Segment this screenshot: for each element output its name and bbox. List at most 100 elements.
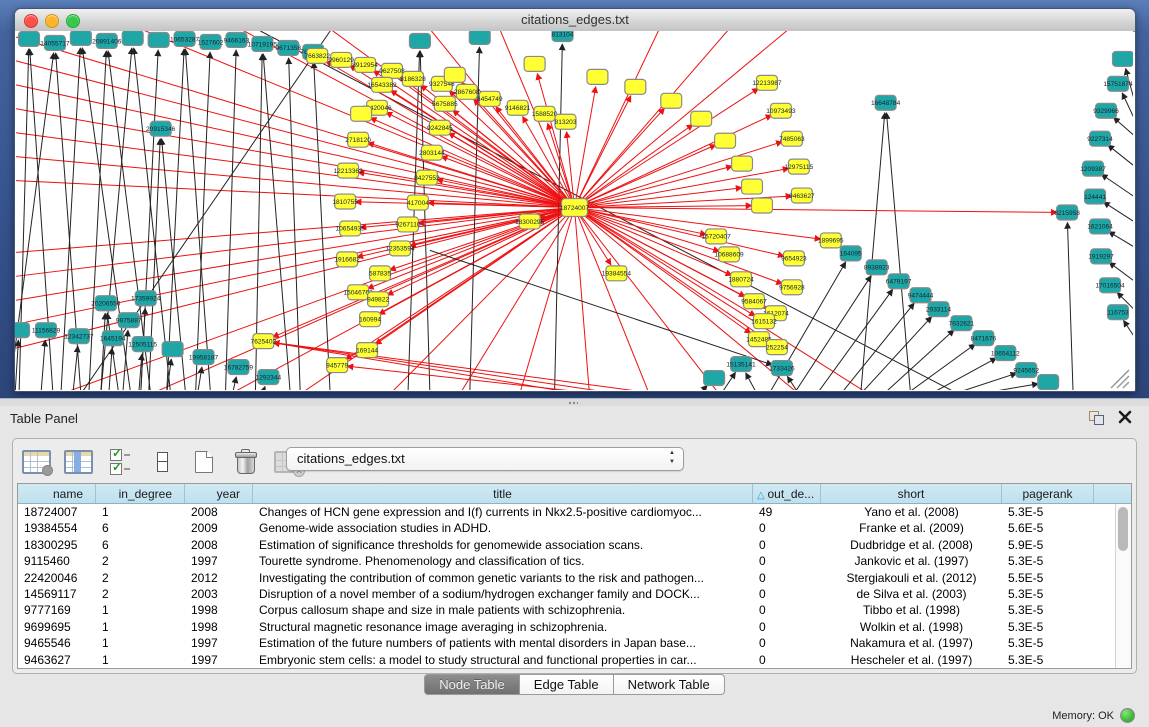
table-selector-dropdown[interactable]: citations_edges.txt ▲▼ — [286, 447, 684, 471]
table-cell[interactable]: 1 — [96, 504, 185, 520]
table-cell[interactable]: 5.6E-5 — [1002, 520, 1094, 536]
graph-node[interactable]: 10719195 — [248, 36, 278, 51]
graph-node[interactable]: 8471676 — [971, 331, 997, 346]
graph-node[interactable] — [715, 133, 736, 148]
graph-node[interactable] — [162, 342, 183, 357]
table-cell[interactable]: 22420046 — [18, 570, 96, 586]
divider-grip-icon[interactable] — [568, 401, 578, 405]
table-cell[interactable]: 1998 — [185, 602, 253, 618]
graph-edge[interactable] — [460, 208, 575, 390]
graph-node[interactable]: 9466163 — [224, 32, 250, 47]
graph-node[interactable]: 9584067 — [741, 294, 767, 309]
table-cell[interactable]: 2003 — [185, 586, 253, 602]
graph-node[interactable]: 9245652 — [1013, 363, 1039, 378]
graph-node[interactable]: 949822 — [367, 292, 389, 307]
graph-node[interactable]: 9671358 — [275, 40, 301, 55]
graph-node[interactable]: 2933114 — [926, 302, 951, 317]
graph-edge[interactable] — [746, 373, 757, 390]
graph-node[interactable]: 1621064 — [1087, 219, 1113, 234]
table-cell[interactable]: Disruption of a novel member of a sodium… — [253, 586, 753, 602]
graph-node[interactable]: 9654923 — [781, 251, 807, 266]
graph-edge[interactable] — [978, 384, 1038, 390]
graph-edge[interactable] — [390, 208, 574, 390]
graph-node[interactable] — [587, 69, 608, 84]
table-cell[interactable]: 2 — [96, 570, 185, 586]
network-window[interactable]: citations_edges.txt 14055717208914061065… — [14, 8, 1136, 392]
column-checklist-icon[interactable] — [105, 447, 135, 477]
graph-node[interactable]: 9474444 — [908, 288, 934, 303]
graph-node[interactable]: 12213363 — [333, 163, 363, 178]
table-cell[interactable]: 2008 — [185, 537, 253, 553]
graph-edge[interactable] — [574, 31, 659, 208]
graph-node[interactable]: 164095 — [840, 246, 862, 261]
graph-edge[interactable] — [907, 344, 976, 390]
table-cell[interactable]: 6 — [96, 537, 185, 553]
graph-node[interactable]: 10973493 — [766, 103, 796, 118]
graph-node[interactable]: 1899695 — [818, 233, 844, 248]
graph-edge[interactable] — [314, 62, 330, 390]
table-cell[interactable]: Tourette syndrome. Phenomenology and cla… — [253, 553, 753, 569]
graph-node[interactable] — [1038, 375, 1059, 390]
table-cell[interactable]: 9699695 — [18, 619, 96, 635]
graph-edge[interactable] — [109, 348, 112, 390]
table-cell[interactable]: 0 — [753, 586, 821, 602]
graph-node[interactable]: 813104 — [552, 31, 574, 41]
graph-node[interactable]: 8427552 — [414, 170, 440, 185]
table-cell[interactable]: 18300295 — [18, 537, 96, 553]
graph-edge[interactable] — [1113, 117, 1133, 140]
table-row[interactable]: 2242004622012Investigating the contribut… — [18, 570, 1116, 586]
table-cell[interactable]: 5.3E-5 — [1002, 586, 1094, 602]
graph-edge[interactable] — [574, 124, 692, 207]
table-cell[interactable]: 0 — [753, 619, 821, 635]
cell-pair-icon[interactable] — [147, 447, 177, 477]
table-cell[interactable]: 0 — [753, 537, 821, 553]
graph-node[interactable]: 8938923 — [864, 260, 890, 275]
table-cell[interactable]: 1997 — [185, 652, 253, 668]
close-panel-icon[interactable] — [1117, 409, 1133, 425]
graph-edge[interactable] — [1109, 232, 1133, 251]
graph-node[interactable] — [625, 79, 646, 94]
graph-node[interactable] — [691, 111, 712, 126]
graph-node[interactable]: 9242845 — [427, 120, 453, 135]
graph-edge[interactable] — [289, 58, 301, 390]
graph-node[interactable]: 1916682 — [334, 252, 360, 267]
graph-node[interactable]: 9267110 — [395, 217, 420, 232]
table-cell[interactable]: 5.3E-5 — [1002, 602, 1094, 618]
graph-node[interactable]: 160994 — [359, 312, 381, 327]
table-cell[interactable]: 49 — [753, 504, 821, 520]
graph-node[interactable]: 1733426 — [769, 361, 795, 376]
graph-node[interactable]: 1292344 — [256, 370, 282, 385]
table-cell[interactable]: 19384554 — [18, 520, 96, 536]
column-header[interactable]: △ out_de... — [753, 484, 821, 503]
graph-node[interactable]: 7485063 — [779, 131, 805, 146]
table-cell[interactable]: 1997 — [185, 553, 253, 569]
table-row[interactable]: 946554611997Estimation of the future num… — [18, 635, 1116, 651]
graph-node[interactable]: 6479197 — [886, 274, 912, 289]
table-cell[interactable]: 0 — [753, 652, 821, 668]
table-cell[interactable]: Structural magnetic resonance image aver… — [253, 619, 753, 635]
table-cell[interactable]: 1997 — [185, 635, 253, 651]
graph-edge[interactable] — [1124, 321, 1133, 346]
table-row[interactable]: 977716911998Corpus callosum shape and si… — [18, 602, 1116, 618]
graph-node[interactable]: 9756928 — [779, 280, 805, 295]
graph-hub-node[interactable]: 18724007 — [560, 199, 590, 217]
graph-edge[interactable] — [262, 386, 265, 390]
table-cell[interactable]: 14569117 — [18, 586, 96, 602]
graph-edge[interactable] — [230, 208, 574, 390]
graph-node[interactable]: 252254 — [766, 340, 788, 355]
graph-node[interactable]: 19384554 — [602, 266, 632, 281]
table-cell[interactable]: Stergiakouli et al. (2012) — [821, 570, 1002, 586]
graph-node[interactable]: 10654112 — [991, 346, 1020, 361]
table-row[interactable]: 969969511998Structural magnetic resonanc… — [18, 619, 1116, 635]
graph-node[interactable]: 17016504 — [1095, 278, 1125, 293]
table-cell[interactable]: Jankovic et al. (1997) — [821, 553, 1002, 569]
tab-network-table[interactable]: Network Table — [614, 674, 725, 695]
graph-node[interactable]: 587835 — [369, 266, 391, 281]
graph-node[interactable]: 945779 — [326, 358, 348, 373]
table-cell[interactable]: Estimation of significance thresholds fo… — [253, 537, 753, 553]
table-cell[interactable]: Changes of HCN gene expression and I(f) … — [253, 504, 753, 520]
graph-edge[interactable] — [198, 367, 202, 390]
graph-node[interactable]: 2718120 — [345, 132, 371, 147]
table-cell[interactable]: 0 — [753, 553, 821, 569]
column-select-icon[interactable] — [63, 447, 93, 477]
